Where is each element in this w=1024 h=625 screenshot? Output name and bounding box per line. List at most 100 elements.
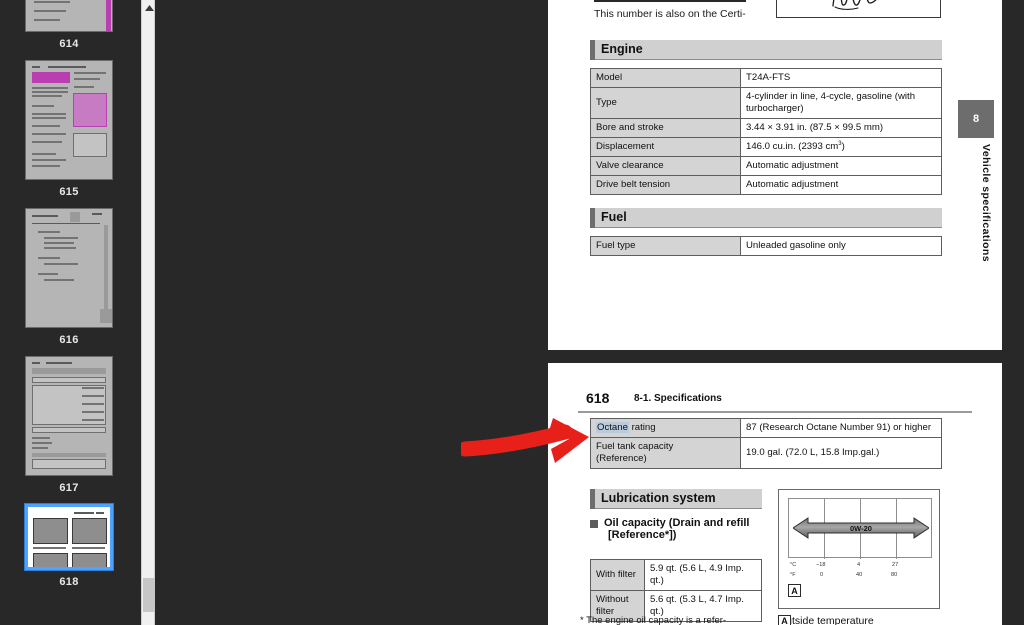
section-heading-engine-label: Engine (601, 42, 643, 57)
octane-rating-key: Octane rating (590, 418, 741, 438)
thumbnail-label-616: 616 (59, 334, 79, 346)
thumbnail-mini-content-618 (28, 507, 110, 567)
chapter-tab-label: Vehicle specifications (980, 144, 992, 262)
subheading-line-1: Oil capacity (Drain and refill (604, 517, 750, 529)
engine-key-valve-clearance: Valve clearance (590, 156, 741, 177)
page-section-title: 8-1. Specifications (634, 393, 722, 404)
page-number-618: 618 (586, 390, 610, 406)
oil-capacity-footnote: * The engine oil capacity is a refer- (580, 615, 727, 625)
chapter-tab-number: 8 (958, 100, 994, 138)
fuel-continuation-table: Octane rating 87 (Research Octane Number… (590, 418, 942, 469)
celsius-tick-2: 4 (857, 562, 861, 568)
section-heading-lubrication: Lubrication system (590, 488, 762, 509)
scroll-up-arrow-icon[interactable] (142, 0, 156, 15)
thumbnail-page-614[interactable] (25, 0, 113, 32)
engine-key-drive-belt-tension: Drive belt tension (590, 175, 741, 196)
fuel-tank-capacity-value: 19.0 gal. (72.0 L, 15.8 Imp.gal.) (740, 436, 942, 469)
certification-text-line: This number is also on the Certi- (594, 8, 746, 20)
thumbnail-mini-content-617 (26, 357, 112, 475)
fahrenheit-tick-1: 0 (820, 572, 824, 578)
celsius-tick-3: 27 (892, 562, 899, 568)
fahrenheit-tick-3: 80 (891, 572, 898, 578)
thumbnail-item-616[interactable]: 616 (0, 208, 138, 356)
thumbnail-page-617[interactable] (25, 356, 113, 476)
oil-viscosity-temperature-chart: 0W-20 °C °F −18 4 27 0 40 80 A (778, 489, 940, 609)
thumbnail-mini-content-614 (26, 0, 112, 31)
page-top-clip-bar (594, 0, 746, 2)
engine-value-bore-stroke: 3.44 × 3.91 in. (87.5 × 99.5 mm) (740, 117, 942, 138)
section-heading-fuel: Fuel (590, 207, 942, 228)
table-row: Displacement 146.0 cu.in. (2393 cm3) (590, 136, 942, 158)
engine-value-drive-belt-tension: Automatic adjustment (740, 175, 942, 196)
oil-value-with-filter: 5.9 qt. (5.6 L, 4.9 Imp. qt.) (644, 559, 762, 591)
table-row: Fuel tank capacity (Reference) 19.0 gal. … (590, 436, 942, 469)
document-page-618: 618 8-1. Specifications Octane rating 87… (548, 363, 1002, 625)
fuel-tank-capacity-key: Fuel tank capacity (Reference) (590, 436, 741, 469)
fahrenheit-tick-2: 40 (856, 572, 863, 578)
document-viewer[interactable]: This number is also on the Certi- Engine (156, 0, 1024, 625)
table-row: Type 4-cylinder in line, 4-cycle, gasoli… (590, 86, 942, 119)
table-row: Drive belt tension Automatic adjustment (590, 175, 942, 196)
legend-text: Outside temperature (778, 615, 874, 625)
signature-box (776, 0, 941, 18)
fuel-key-fuel-type: Fuel type (590, 236, 741, 256)
table-row: Valve clearance Automatic adjustment (590, 156, 942, 177)
oil-grade-range-arrow: 0W-20 (792, 517, 930, 539)
engine-value-type: 4-cylinder in line, 4-cycle, gasoline (w… (740, 86, 942, 119)
fahrenheit-unit-label: °F (790, 572, 796, 578)
section-heading-fuel-label: Fuel (601, 210, 627, 225)
subheading-line-2: [Reference*]) (608, 529, 677, 541)
thumbnail-mini-content-615 (26, 61, 112, 179)
subheading-oil-capacity-text: Oil capacity (Drain and refill [Referenc… (604, 517, 750, 541)
engine-key-type: Type (590, 86, 741, 119)
oil-grade-label: 0W-20 (850, 523, 872, 533)
celsius-tick-1: −18 (816, 562, 826, 568)
thumbnail-page-615[interactable] (25, 60, 113, 180)
fuel-spec-table: Fuel type Unleaded gasoline only (590, 236, 942, 256)
oil-key-with-filter: With filter (590, 559, 645, 591)
section-heading-lubrication-label: Lubrication system (601, 491, 716, 506)
octane-rating-key-tail: rating (628, 422, 656, 433)
thumbnail-label-618: 618 (59, 576, 79, 588)
table-row: Bore and stroke 3.44 × 3.91 in. (87.5 × … (590, 117, 942, 138)
legend-marker-a: A (778, 614, 791, 625)
thumbnail-item-614[interactable]: 614 (0, 0, 138, 60)
displacement-value-tail: ) (841, 141, 845, 153)
fuel-tank-capacity-line1: Fuel tank capacity (596, 440, 674, 452)
thumbnail-item-618[interactable]: 618 (0, 503, 138, 598)
table-row: Fuel type Unleaded gasoline only (590, 236, 942, 256)
thumbnail-label-617: 617 (59, 482, 79, 494)
subheading-oil-capacity: Oil capacity (Drain and refill [Referenc… (590, 517, 775, 541)
thumbnail-item-615[interactable]: 615 (0, 60, 138, 208)
thumbnail-label-614: 614 (59, 38, 79, 50)
thumbnail-label-615: 615 (59, 186, 79, 198)
thumbnail-mini-content-616 (26, 209, 112, 327)
engine-key-model: Model (590, 68, 741, 88)
thumbnail-item-617[interactable]: 617 (0, 356, 138, 504)
thumbnail-scrollbar[interactable] (141, 0, 155, 625)
handwritten-signature-icon (825, 0, 895, 19)
scrollbar-thumb[interactable] (143, 578, 155, 612)
table-row: Octane rating 87 (Research Octane Number… (590, 418, 942, 438)
displacement-value-main: 146.0 cu.in. (2393 cm (746, 141, 839, 153)
celsius-unit-label: °C (790, 562, 797, 568)
engine-key-bore-stroke: Bore and stroke (590, 117, 741, 138)
annotation-arrow (457, 418, 601, 470)
pdf-reader-window: 614 615 616 617 618 This number is also … (0, 0, 1024, 625)
oil-capacity-table: With filter 5.9 qt. (5.6 L, 4.9 Imp. qt.… (590, 559, 762, 622)
engine-value-displacement: 146.0 cu.in. (2393 cm3) (740, 136, 942, 158)
chart-legend-outside-temperature: A Outside temperature (778, 614, 874, 625)
table-row: Model T24A-FTS (590, 68, 942, 88)
document-page-617: This number is also on the Certi- Engine (548, 0, 1002, 350)
bullet-square-icon (590, 520, 598, 528)
fuel-tank-capacity-line2: (Reference) (596, 452, 647, 464)
chart-callout-marker-a: A (788, 584, 801, 597)
engine-value-valve-clearance: Automatic adjustment (740, 156, 942, 177)
engine-spec-table: Model T24A-FTS Type 4-cylinder in line, … (590, 68, 942, 196)
thumbnail-page-616[interactable] (25, 208, 113, 328)
engine-value-model: T24A-FTS (740, 68, 942, 88)
table-row: With filter 5.9 qt. (5.6 L, 4.9 Imp. qt.… (590, 559, 762, 591)
octane-rating-value: 87 (Research Octane Number 91) or higher (740, 418, 942, 438)
thumbnail-page-618[interactable] (24, 503, 114, 571)
page-thumbnail-panel[interactable]: 614 615 616 617 618 (0, 0, 138, 625)
